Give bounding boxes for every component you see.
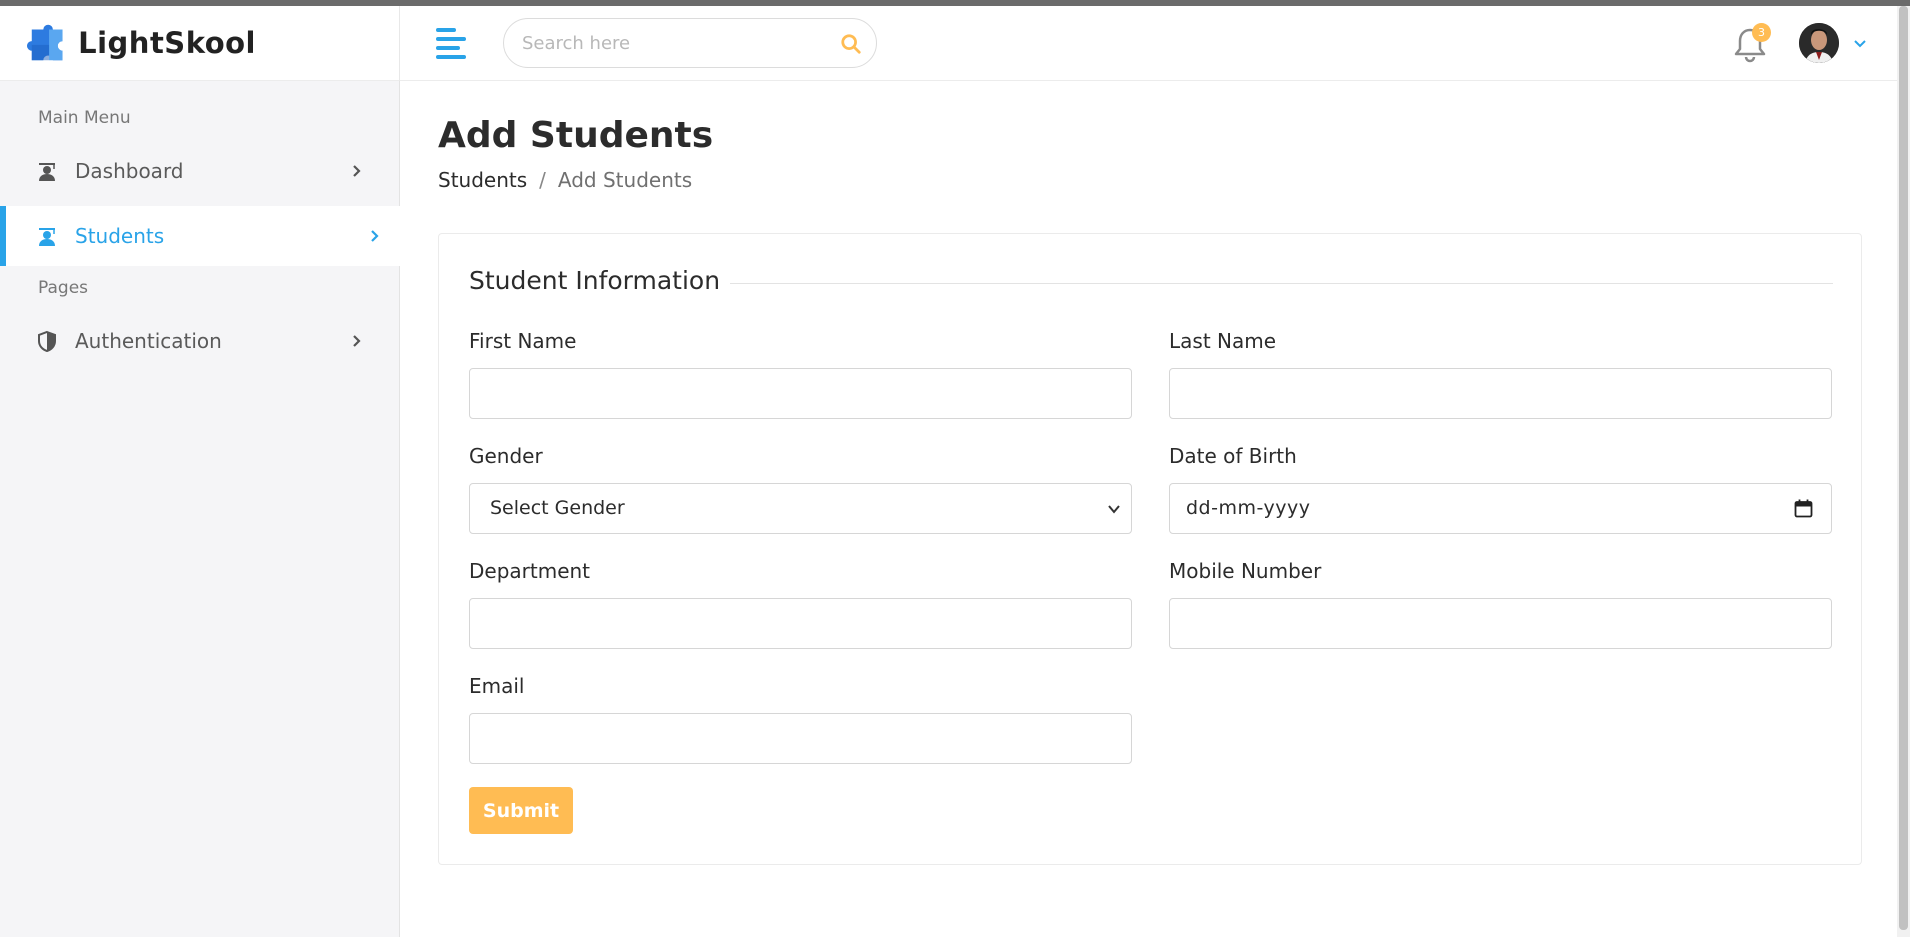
breadcrumb: Students / Add Students (438, 168, 692, 192)
puzzle-logo-icon (26, 24, 63, 61)
user-avatar-icon (1799, 23, 1839, 63)
dob-field-value: dd-mm-yyyy (1186, 497, 1311, 519)
logo[interactable]: LightSkool (26, 18, 256, 68)
scrollbar-thumb[interactable] (1899, 6, 1908, 930)
breadcrumb-current: Add Students (557, 168, 693, 192)
first-name-field[interactable] (469, 368, 1132, 419)
student-form-card: Student Information First Name Last Name… (438, 233, 1862, 865)
search-input[interactable] (522, 19, 822, 67)
mobile-number-label: Mobile Number (1169, 559, 1322, 583)
scrollbar[interactable] (1897, 6, 1910, 937)
sidebar-heading-pages: Pages (38, 278, 89, 298)
first-name-label: First Name (469, 329, 577, 353)
graduate-icon (39, 163, 55, 181)
last-name-field[interactable] (1169, 368, 1832, 419)
sidebar-item-label: Dashboard (75, 159, 184, 183)
graduate-icon (39, 228, 55, 246)
chevron-down-icon (1108, 505, 1120, 514)
department-field[interactable] (469, 598, 1132, 649)
mobile-number-field[interactable] (1169, 598, 1832, 649)
breadcrumb-link-students[interactable]: Students (438, 168, 527, 192)
sidebar-item-dashboard[interactable]: Dashboard (0, 141, 400, 201)
dob-label: Date of Birth (1169, 444, 1297, 468)
page-title: Add Students (438, 115, 714, 156)
search-icon[interactable] (840, 33, 862, 55)
menu-toggle-icon[interactable] (436, 28, 468, 59)
section-title: Student Information (469, 266, 731, 295)
sidebar-item-label: Students (75, 224, 165, 248)
top-header: LightSkool 3 (0, 6, 1897, 81)
department-label: Department (469, 559, 591, 583)
search-box (503, 18, 877, 68)
dob-field[interactable]: dd-mm-yyyy (1169, 483, 1832, 534)
gender-select-value: Select Gender (490, 497, 625, 519)
notification-badge: 3 (1752, 23, 1771, 42)
logo-text: LightSkool (78, 26, 256, 60)
shield-icon (38, 330, 56, 352)
gender-label: Gender (469, 444, 543, 468)
breadcrumb-separator: / (539, 168, 546, 192)
logo-area: LightSkool (0, 6, 400, 81)
submit-button[interactable]: Submit (469, 787, 573, 834)
sidebar-heading-main-menu: Main Menu (38, 108, 131, 128)
sidebar-item-authentication[interactable]: Authentication (0, 311, 400, 371)
active-indicator (0, 206, 6, 266)
chevron-right-icon (371, 230, 379, 242)
sidebar-item-label: Authentication (75, 329, 222, 353)
sidebar-item-students[interactable]: Students (0, 206, 400, 266)
avatar[interactable] (1799, 23, 1839, 63)
chevron-right-icon (353, 165, 361, 177)
sidebar: Main Menu Dashboard Students Pages Authe… (0, 81, 400, 937)
email-label: Email (469, 674, 525, 698)
chevron-right-icon (353, 335, 361, 347)
email-field[interactable] (469, 713, 1132, 764)
calendar-icon[interactable] (1794, 499, 1813, 518)
chevron-down-icon[interactable] (1852, 36, 1868, 52)
last-name-label: Last Name (1169, 329, 1277, 353)
gender-select[interactable]: Select Gender (469, 483, 1132, 534)
